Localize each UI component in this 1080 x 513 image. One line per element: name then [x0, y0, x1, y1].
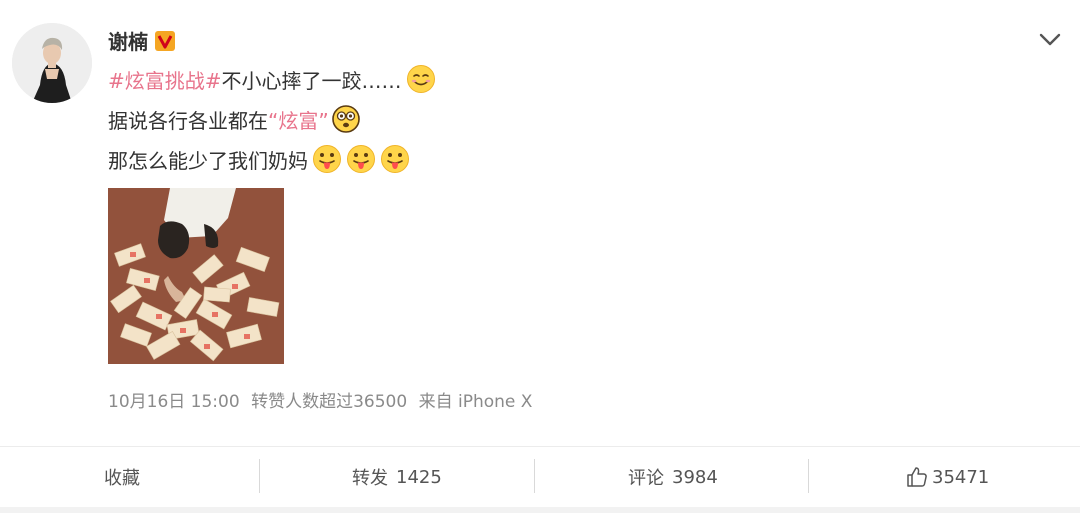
comment-count: 3984: [672, 466, 718, 488]
repost-label: 转发: [352, 468, 388, 489]
thumbs-up-icon: [906, 466, 928, 488]
comment-button[interactable]: 评论 3984: [628, 447, 718, 507]
post-text-1: 不小心摔了一跤……: [221, 68, 402, 93]
post-text-2: 据说各行各业都在: [108, 108, 268, 133]
repost-info: 转赞人数超过36500: [251, 392, 408, 412]
post-photo[interactable]: [108, 188, 284, 364]
favorite-button[interactable]: 收藏: [104, 447, 140, 507]
repost-count: 1425: [396, 466, 442, 488]
smirk-emoji-icon: [406, 64, 436, 94]
tongue-out-emoji-icon: [312, 144, 342, 174]
repost-button[interactable]: 转发 1425: [352, 447, 442, 507]
action-separator: [808, 459, 809, 493]
post-source: 来自 iPhone X: [418, 392, 533, 412]
action-separator: [259, 459, 260, 493]
post-meta: 10月16日 15:00 转赞人数超过36500 来自 iPhone X: [108, 387, 538, 412]
post-quote-word: “炫富”: [268, 108, 329, 133]
comment-label: 评论: [628, 468, 664, 489]
post-text-3: 那怎么能少了我们奶妈: [108, 148, 308, 173]
tongue-out-emoji-icon: [346, 144, 376, 174]
post-line-3: 那怎么能少了我们奶妈: [108, 144, 410, 174]
favorite-label: 收藏: [104, 468, 140, 489]
post-line-2: 据说各行各业都在 “炫富”: [108, 104, 361, 134]
tongue-out-emoji-icon: [380, 144, 410, 174]
like-count: 35471: [932, 466, 990, 488]
author-name-text[interactable]: 谢楠: [108, 26, 148, 55]
action-bar: 收藏 转发 1425 评论 3984 35471: [0, 447, 1080, 507]
verified-v-icon: [154, 30, 176, 52]
bottom-strip: [0, 507, 1080, 513]
avatar[interactable]: [12, 23, 92, 103]
post-time[interactable]: 10月16日 15:00: [108, 392, 240, 412]
shocked-face-emoji-icon: [331, 104, 361, 134]
topic-link[interactable]: #炫富挑战#: [108, 65, 222, 94]
chevron-down-icon[interactable]: [1034, 26, 1066, 52]
post-line-1: #炫富挑战# 不小心摔了一跤……: [108, 64, 436, 94]
like-button[interactable]: 35471: [906, 447, 989, 507]
author-name[interactable]: 谢楠: [108, 26, 176, 55]
action-separator: [534, 459, 535, 493]
